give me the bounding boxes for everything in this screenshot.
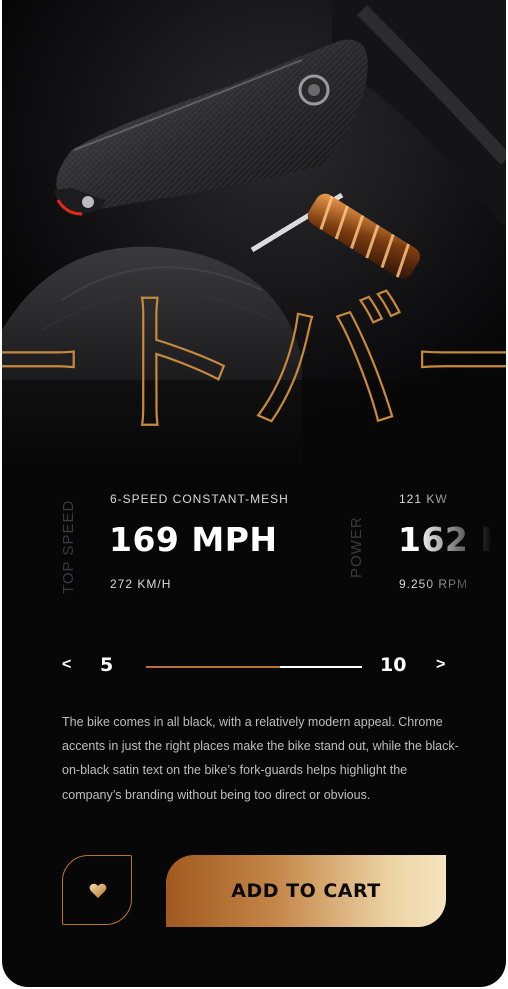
spec-stats: TOP SPEED 6-SPEED CONSTANT-MESH 169 MPH … [2,480,506,610]
gallery-pager: < 5 10 > [2,650,506,686]
add-to-cart-button[interactable]: ADD TO CART [166,855,446,927]
current-page: 5 [100,654,114,676]
product-screen: ートバー TOP SPEED 6-SPEED CONSTANT-MESH 169… [2,0,506,987]
top-speed-label: TOP SPEED [60,499,77,594]
add-to-cart-label: ADD TO CART [231,880,381,902]
product-description: The bike comes in all black, with a rela… [62,715,459,802]
power-label: POWER [348,516,365,578]
decorative-katakana-text: ートバー [2,280,506,450]
progress-fill [146,666,280,668]
transmission-text: 6-SPEED CONSTANT-MESH [110,492,289,506]
favorite-button[interactable] [62,855,132,925]
top-speed-value: 169 MPH [109,520,278,559]
total-pages: 10 [380,654,407,676]
progress-track[interactable] [146,666,362,668]
heart-icon [89,883,107,898]
katakana-text: ートバー [2,280,506,450]
top-speed-kmh: 272 KM/H [110,577,172,591]
next-button[interactable]: > [436,656,445,674]
prev-button[interactable]: < [62,656,71,674]
stats-fade [416,480,506,610]
